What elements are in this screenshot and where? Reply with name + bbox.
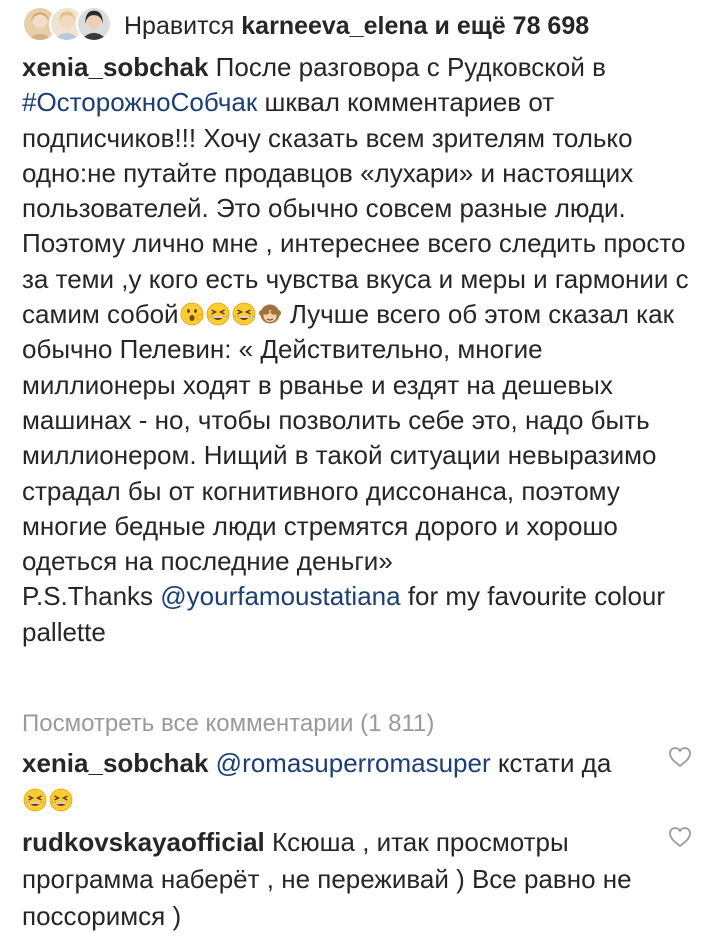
caption-body: xenia_sobchak После разговора с Рудковск… — [22, 50, 702, 579]
likes-row: Нравится karneeva_elena и ещё 78 698 — [22, 6, 589, 46]
comment-author[interactable]: xenia_sobchak — [22, 748, 208, 778]
grinning-squinting-face-emoji — [23, 788, 47, 812]
hashtag-link[interactable]: #ОсторожноСобчак — [22, 87, 257, 117]
see-no-evil-monkey-emoji — [258, 302, 282, 326]
face-with-open-mouth-emoji — [180, 302, 204, 326]
view-all-comments-link[interactable]: Посмотреть все комментарии (1 811) — [22, 708, 434, 740]
caption-author[interactable]: xenia_sobchak — [22, 52, 208, 82]
comment-text: кстати да — [497, 748, 612, 778]
heart-icon[interactable] — [668, 826, 692, 848]
comment-item: rudkovskayaofficial Ксюша , итак просмот… — [22, 824, 652, 935]
liker-avatars[interactable] — [22, 6, 114, 46]
heart-icon[interactable] — [668, 746, 692, 768]
likes-prefix: Нравится — [124, 12, 235, 40]
grinning-squinting-face-emoji — [232, 302, 256, 326]
grinning-squinting-face-emoji — [49, 788, 73, 812]
avatar — [76, 6, 112, 42]
comment-author[interactable]: rudkovskayaofficial — [22, 827, 265, 857]
caption-ps: P.S.Thanks @yourfamoustatiana for my fav… — [22, 579, 702, 650]
caption-text-c: Лучше всего об этом сказал как обычно Пе… — [22, 299, 674, 577]
liker-username[interactable]: karneeva_elena — [241, 12, 427, 40]
post-caption: xenia_sobchak После разговора с Рудковск… — [22, 50, 702, 650]
likes-summary[interactable]: Нравится karneeva_elena и ещё 78 698 — [124, 6, 589, 46]
ps-prefix: P.S.Thanks — [22, 581, 154, 612]
mention-link[interactable]: @romasuperromasuper — [216, 748, 491, 778]
mention-link[interactable]: @yourfamoustatiana — [160, 581, 400, 611]
grinning-squinting-face-emoji — [206, 302, 230, 326]
likes-count[interactable]: и ещё 78 698 — [435, 12, 590, 40]
caption-text-b: шквал комментариев от подписчиков!!! Хоч… — [22, 87, 689, 330]
post-comments-view: Нравится karneeva_elena и ещё 78 698 xen… — [0, 0, 720, 937]
caption-text-a: После разговора с Рудковской в — [215, 52, 606, 82]
comment-item: xenia_sobchak @romasuperromasuper кстати… — [22, 745, 652, 819]
